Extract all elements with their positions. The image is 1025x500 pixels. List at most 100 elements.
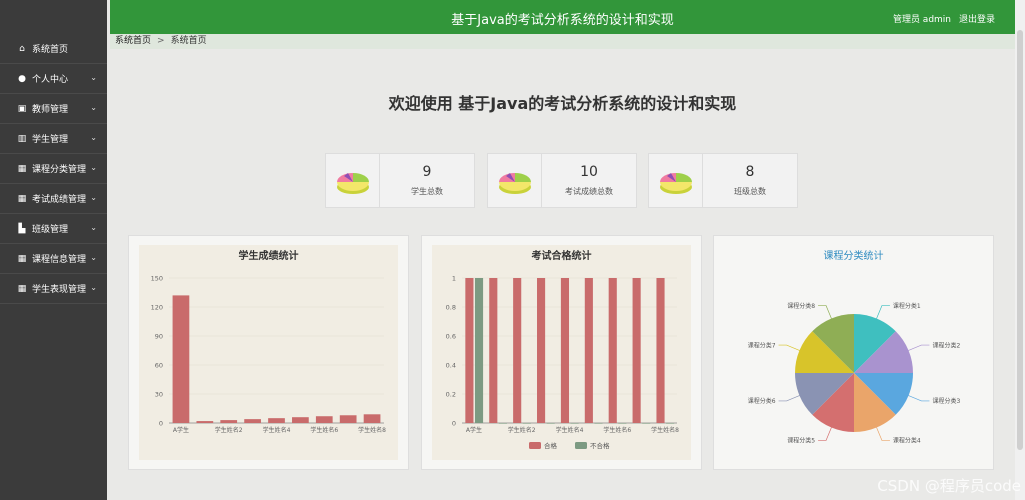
- pie-label-line: [876, 427, 890, 441]
- bar[interactable]: [608, 278, 617, 423]
- bar[interactable]: [465, 278, 474, 423]
- pie-label-line: [778, 395, 800, 402]
- bar[interactable]: [172, 295, 190, 423]
- bar[interactable]: [522, 423, 531, 424]
- top-header: 基于Java的考试分析系统的设计和实现 管理员 admin 退出登录: [110, 0, 1015, 34]
- sidebar-item-label: 学生管理: [32, 135, 69, 145]
- bar[interactable]: [560, 278, 570, 423]
- pie-label-line: [908, 395, 930, 402]
- exam-pass-chart-panel: 考试合格统计 0 0.2 0.4 0.6 0.8 1 A学生 学生姓名2 学生姓名4 学生姓名6 学…: [421, 235, 702, 470]
- y-tick-label: 0.6: [446, 333, 456, 341]
- x-tick-label: A学生: [466, 426, 482, 434]
- pie-label: 课程分类4: [893, 437, 921, 445]
- bar[interactable]: [584, 278, 593, 423]
- sidebar-item[interactable]: ▙ 班级管理 ⌄: [0, 214, 107, 244]
- sidebar-item[interactable]: ▥ 学生管理 ⌄: [0, 124, 107, 154]
- clipboard-icon: ▣: [17, 103, 27, 114]
- bar[interactable]: [537, 278, 546, 423]
- bar[interactable]: [363, 414, 381, 423]
- stat-card-students: 9 学生总数: [325, 153, 475, 208]
- x-tick-label: 学生姓名6: [603, 426, 631, 434]
- stat-card-classes: 8 班级总数: [648, 153, 798, 208]
- sidebar-menu: ⌂ 系统首页 ● 个人中心 ⌄ ▣ 教师管理 ⌄ ▥ 学生管理 ⌄ ▦ 课程分类管理 ⌄ ▦ 考试成绩管理 ⌄ ▙…: [0, 34, 107, 304]
- bar[interactable]: [618, 423, 627, 424]
- sidebar-item[interactable]: ▦ 课程分类管理 ⌄: [0, 154, 107, 184]
- pie-label: 课程分类8: [787, 302, 815, 310]
- pie-label-line: [876, 305, 890, 319]
- breadcrumb: 系统首页 > 系统首页: [110, 34, 1015, 49]
- bar[interactable]: [196, 421, 214, 423]
- legend-swatch: [529, 442, 541, 449]
- bar[interactable]: [292, 417, 309, 423]
- breadcrumb-separator: >: [157, 36, 165, 46]
- bar[interactable]: [656, 278, 665, 423]
- bar[interactable]: [339, 415, 357, 423]
- bar[interactable]: [642, 423, 651, 424]
- bar[interactable]: [594, 423, 603, 424]
- sidebar-item[interactable]: ▣ 教师管理 ⌄: [0, 94, 107, 124]
- bar[interactable]: [546, 423, 555, 424]
- y-tick-label: 0.4: [446, 362, 456, 370]
- sidebar-item[interactable]: ⌂ 系统首页: [0, 34, 107, 64]
- legend-swatch: [575, 442, 587, 449]
- sidebar-item[interactable]: ▦ 考试成绩管理 ⌄: [0, 184, 107, 214]
- sidebar-item-label: 考试成绩管理: [32, 195, 87, 205]
- pie-label: 课程分类3: [932, 397, 960, 405]
- legend-label[interactable]: 不合格: [590, 441, 610, 450]
- bar[interactable]: [666, 423, 675, 424]
- pie-chart-icon: [326, 154, 380, 207]
- x-tick-label: 学生姓名8: [651, 426, 679, 434]
- grid-icon: ▦: [17, 253, 27, 264]
- bar[interactable]: [220, 420, 238, 423]
- chevron-down-icon: ⌄: [90, 103, 97, 112]
- y-tick-label: 150: [151, 275, 163, 283]
- pie-label-line: [818, 427, 832, 441]
- scrollbar-thumb[interactable]: [1017, 30, 1023, 450]
- bar[interactable]: [474, 278, 484, 423]
- stat-value: 9: [422, 164, 432, 180]
- bar[interactable]: [244, 419, 261, 423]
- bar[interactable]: [268, 418, 285, 423]
- chevron-down-icon: ⌄: [90, 223, 97, 232]
- y-tick-label: 0.2: [446, 391, 456, 399]
- chevron-down-icon: ⌄: [90, 73, 97, 82]
- bar[interactable]: [498, 423, 507, 424]
- sidebar-item[interactable]: ▦ 学生表现管理 ⌄: [0, 274, 107, 304]
- stat-label: 学生总数: [411, 187, 443, 196]
- sidebar-item-label: 班级管理: [32, 225, 69, 235]
- breadcrumb-home[interactable]: 系统首页: [115, 36, 151, 46]
- bar[interactable]: [513, 278, 522, 423]
- welcome-title: 欢迎使用 基于Java的考试分析系统的设计和实现: [388, 94, 737, 113]
- bar[interactable]: [570, 423, 579, 424]
- bar[interactable]: [632, 278, 641, 423]
- stat-value: 10: [580, 164, 598, 180]
- bar[interactable]: [315, 416, 333, 423]
- pie-chart-icon: [649, 154, 703, 207]
- y-tick-label: 120: [151, 304, 163, 312]
- pie-label-line: [778, 344, 800, 351]
- breadcrumb-current: 系统首页: [170, 36, 207, 46]
- pie-label-line: [818, 305, 832, 319]
- sidebar-item[interactable]: ▦ 课程信息管理 ⌄: [0, 244, 107, 274]
- user-icon: ●: [18, 73, 26, 84]
- sidebar-item[interactable]: ● 个人中心 ⌄: [0, 64, 107, 94]
- pie-chart-icon: [488, 154, 542, 207]
- course-category-chart-panel: 课程分类统计 课程分类1 课程分类2 课程分类3 课程分类4 课程分类5 课程分类6 课程分…: [713, 235, 994, 470]
- x-tick-label: 学生姓名2: [215, 426, 243, 434]
- chevron-down-icon: ⌄: [90, 283, 97, 292]
- app-title: 基于Java的考试分析系统的设计和实现: [451, 13, 674, 28]
- y-tick-label: 0.8: [446, 304, 456, 312]
- bar[interactable]: [489, 278, 498, 423]
- legend-label[interactable]: 合格: [544, 441, 558, 450]
- pie-label-line: [908, 344, 930, 351]
- student-score-bar-chart: 0 30 60 90 120 150 A学生 学生姓名2 学生姓名4 学生姓名6 学生姓名8: [151, 275, 387, 435]
- x-tick-label: 学生姓名8: [358, 426, 386, 434]
- chevron-down-icon: ⌄: [90, 133, 97, 142]
- chevron-down-icon: ⌄: [90, 253, 97, 262]
- logout-link[interactable]: 退出登录: [959, 12, 995, 25]
- student-score-chart-panel: 学生成绩统计 0 30 60 90 120 150 A学生 学生姓名2 学生姓名4 学生姓名6 学生…: [128, 235, 409, 470]
- pie-label: 课程分类2: [932, 341, 960, 349]
- pie-label: 课程分类1: [893, 302, 921, 310]
- grid-icon: ▦: [17, 163, 27, 174]
- page-scrollbar[interactable]: [1015, 0, 1025, 500]
